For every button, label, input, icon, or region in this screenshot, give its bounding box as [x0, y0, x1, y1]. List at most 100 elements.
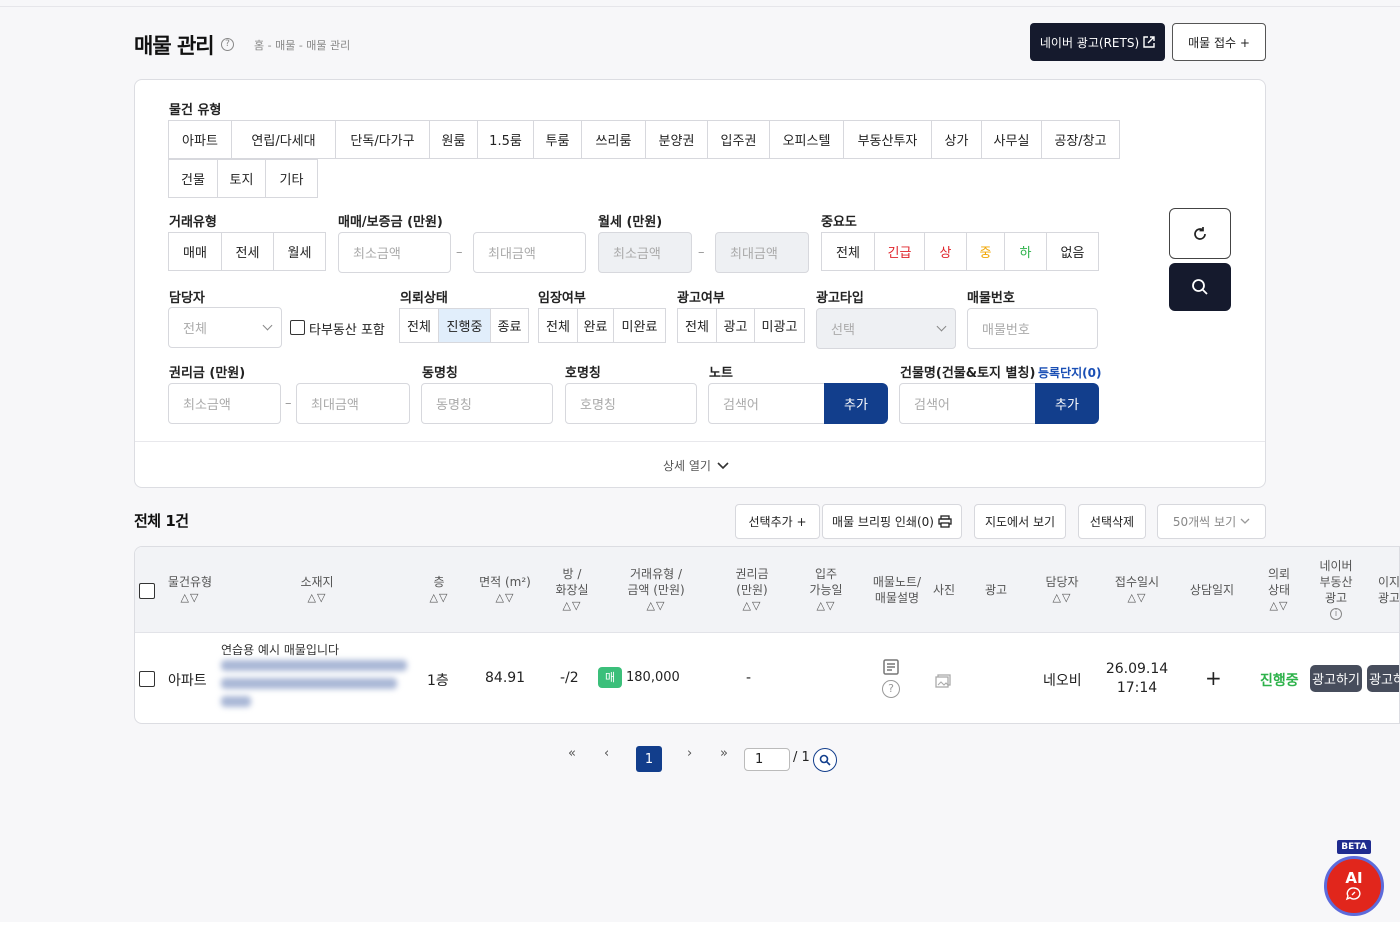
help-icon[interactable]: ? — [221, 38, 234, 51]
deal-type-option-1[interactable]: 전세 — [221, 233, 273, 270]
naver-ad-button[interactable]: 네이버 광고(RETS) — [1030, 23, 1165, 61]
property-type-row-2: 건물 토지 기타 — [168, 159, 318, 198]
header-premium[interactable]: 권리금 (만원) △▽ — [727, 566, 777, 614]
cell-amount: 180,000 — [626, 670, 680, 685]
header-rooms[interactable]: 방 / 화장실 △▽ — [547, 566, 597, 614]
ai-assistant-button[interactable]: AI — [1324, 856, 1384, 916]
property-type-option-7[interactable]: 분양권 — [645, 121, 707, 158]
building-search-input[interactable]: 검색어 — [899, 383, 1037, 424]
property-type-option-10[interactable]: 부동산투자 — [843, 121, 931, 158]
property-type-option-13[interactable]: 공장/창고 — [1041, 121, 1119, 158]
rent-max-input[interactable]: 최대금액 — [715, 232, 809, 273]
deal-type-option-2[interactable]: 월세 — [273, 233, 325, 270]
premium-max-input[interactable]: 최대금액 — [296, 383, 410, 424]
importance-option-3[interactable]: 중 — [966, 233, 1004, 270]
ad-status-option-0[interactable]: 전체 — [678, 309, 716, 342]
receive-property-button[interactable]: 매물 접수 + — [1172, 23, 1266, 61]
property-type-option-11[interactable]: 상가 — [931, 121, 981, 158]
select-all-checkbox[interactable] — [139, 583, 155, 599]
page-size-select[interactable]: 50개씩 보기 — [1157, 504, 1266, 539]
premium-min-input[interactable]: 최소금액 — [168, 383, 281, 424]
property-type-option-4[interactable]: 1.5룸 — [477, 121, 533, 158]
header-area[interactable]: 면적 (m²) △▽ — [475, 574, 535, 606]
header-deal[interactable]: 거래유형 / 금액 (만원) △▽ — [621, 566, 691, 614]
property-type-option-extra-1[interactable]: 토지 — [217, 160, 265, 197]
property-type-option-5[interactable]: 투룸 — [533, 121, 581, 158]
next-page-button[interactable]: › — [687, 746, 692, 761]
row-checkbox[interactable] — [139, 671, 155, 687]
property-type-option-9[interactable]: 오피스텔 — [769, 121, 843, 158]
building-add-button[interactable]: 추가 — [1035, 383, 1099, 424]
inspection-option-2[interactable]: 미완료 — [613, 309, 665, 342]
property-type-option-12[interactable]: 사무실 — [981, 121, 1041, 158]
registered-complex-link[interactable]: 등록단지(0) — [1038, 364, 1101, 381]
dong-label: 동명칭 — [422, 366, 458, 381]
deposit-min-input[interactable]: 최소금액 — [338, 232, 451, 273]
print-briefing-button[interactable]: 매물 브리핑 인쇄(0) — [822, 504, 962, 539]
delete-selected-button[interactable]: 선택삭제 — [1078, 504, 1146, 539]
note-label: 노트 — [709, 366, 733, 381]
request-status-option-1[interactable]: 진행중 — [438, 309, 490, 342]
other-agency-checkbox[interactable] — [290, 320, 305, 335]
property-no-input[interactable]: 매물번호 — [967, 308, 1098, 349]
select-add-button[interactable]: 선택추가 + — [735, 504, 820, 539]
inspection-option-0[interactable]: 전체 — [539, 309, 577, 342]
deposit-label: 매매/보증금 (만원) — [338, 215, 443, 230]
property-type-option-6[interactable]: 쓰리룸 — [581, 121, 645, 158]
ad-status-option-1[interactable]: 광고 — [716, 309, 754, 342]
note-add-button[interactable]: 추가 — [824, 383, 888, 424]
header-status[interactable]: 의뢰 상태 △▽ — [1259, 566, 1299, 614]
deal-type-option-0[interactable]: 매매 — [169, 233, 221, 270]
property-type-option-2[interactable]: 단독/다가구 — [335, 121, 429, 158]
ad-type-select[interactable]: 선택 — [816, 308, 956, 349]
note-search-input[interactable]: 검색어 — [708, 383, 826, 424]
top-divider — [0, 6, 1400, 7]
importance-option-2[interactable]: 상 — [924, 233, 966, 270]
note-icon[interactable] — [882, 658, 900, 680]
property-type-option-8[interactable]: 입주권 — [707, 121, 769, 158]
importance-option-4[interactable]: 하 — [1004, 233, 1046, 270]
header-movein[interactable]: 입주 가능일 △▽ — [801, 566, 851, 614]
property-type-option-extra-2[interactable]: 기타 — [265, 160, 317, 197]
dong-input[interactable]: 동명칭 — [421, 383, 553, 424]
property-type-option-0[interactable]: 아파트 — [169, 121, 231, 158]
importance-option-5[interactable]: 없음 — [1046, 233, 1098, 270]
first-page-button[interactable]: « — [568, 746, 576, 761]
header-type[interactable]: 물건유형 △▽ — [165, 574, 215, 606]
request-status-option-0[interactable]: 전체 — [400, 309, 438, 342]
page-number-input[interactable]: 1 — [744, 748, 790, 771]
prev-page-button[interactable]: ‹ — [604, 746, 609, 761]
izi-ad-row-button[interactable]: 광고하기 — [1367, 665, 1399, 692]
consult-add-button[interactable]: + — [1205, 666, 1222, 690]
cell-location-blurred — [221, 660, 411, 714]
manager-select[interactable]: 전체 — [168, 307, 282, 348]
search-button[interactable] — [1169, 263, 1231, 311]
info-icon[interactable]: i — [1330, 608, 1342, 620]
importance-option-0[interactable]: 전체 — [822, 233, 874, 270]
deposit-max-input[interactable]: 최대금액 — [473, 232, 586, 273]
header-manager[interactable]: 담당자 △▽ — [1037, 574, 1087, 606]
question-icon[interactable]: ? — [882, 680, 900, 698]
range-dash: – — [456, 245, 463, 260]
importance-option-1[interactable]: 긴급 — [874, 233, 924, 270]
property-type-option-3[interactable]: 원룸 — [429, 121, 477, 158]
ad-status-segment: 전체 광고 미광고 — [677, 308, 805, 343]
ho-input[interactable]: 호명칭 — [565, 383, 697, 424]
reset-button[interactable] — [1169, 208, 1231, 259]
map-view-button[interactable]: 지도에서 보기 — [974, 504, 1066, 539]
last-page-button[interactable]: » — [720, 746, 728, 761]
page-go-button[interactable] — [813, 748, 837, 772]
photo-icon[interactable] — [935, 674, 951, 692]
page-1-button[interactable]: 1 — [636, 746, 662, 772]
header-location[interactable]: 소재지 △▽ — [292, 574, 342, 606]
request-status-option-2[interactable]: 종료 — [490, 309, 528, 342]
inspection-option-1[interactable]: 완료 — [577, 309, 613, 342]
header-received[interactable]: 접수일시 △▽ — [1112, 574, 1162, 606]
rent-min-input[interactable]: 최소금액 — [598, 232, 692, 273]
property-type-option-1[interactable]: 연립/다세대 — [231, 121, 335, 158]
header-floor[interactable]: 층 △▽ — [424, 574, 454, 606]
ad-status-option-2[interactable]: 미광고 — [754, 309, 804, 342]
detail-toggle[interactable]: 상세 열기 — [663, 457, 729, 474]
property-type-option-extra-0[interactable]: 건물 — [169, 160, 217, 197]
naver-ad-row-button[interactable]: 광고하기 — [1310, 665, 1362, 692]
